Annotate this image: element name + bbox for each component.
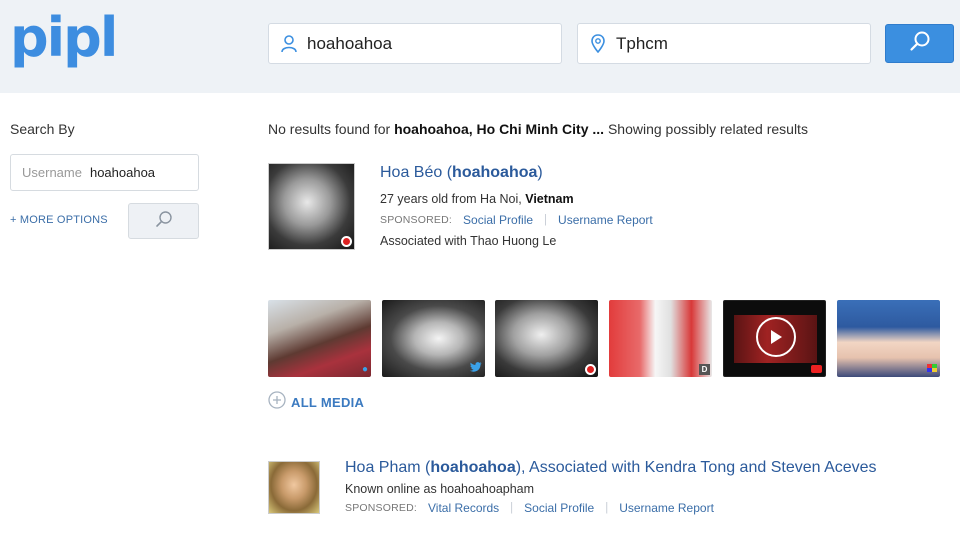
play-icon[interactable] xyxy=(756,317,796,357)
result2-known-online: Known online as hoahoahoapham xyxy=(345,482,535,496)
media-thumb-3[interactable] xyxy=(495,300,598,377)
result2-avatar[interactable] xyxy=(268,461,320,514)
media-thumb-6[interactable] xyxy=(837,300,940,377)
result1-age-location: 27 years old from Ha Noi, Vietnam xyxy=(380,192,574,206)
results-banner-query: hoahoahoa, Ho Chi Minh City ... xyxy=(394,121,605,137)
results-banner: No results found for hoahoahoa, Ho Chi M… xyxy=(268,121,808,137)
result2-username: hoahoahoa xyxy=(430,459,516,476)
all-media-label[interactable]: ALL MEDIA xyxy=(291,395,364,410)
username-filter-label: Username xyxy=(22,165,82,180)
username-filter-field[interactable]: Username hoahoahoa xyxy=(10,154,199,191)
result1-name-close: ) xyxy=(537,164,543,181)
twitter-icon: ● xyxy=(361,364,368,375)
search-icon xyxy=(155,210,173,233)
sponsored-label: SPONSORED: xyxy=(380,214,453,226)
name-search-input[interactable] xyxy=(307,33,537,54)
location-search-field[interactable] xyxy=(577,23,871,64)
results-banner-suffix: Showing possibly related results xyxy=(604,121,808,137)
source-badge-icon xyxy=(341,236,352,247)
all-media-link[interactable]: ALL MEDIA xyxy=(268,391,364,414)
twitter-icon xyxy=(470,362,482,375)
username-filter-value[interactable]: hoahoahoa xyxy=(90,165,155,180)
search-icon xyxy=(909,30,931,57)
result1-associated: Associated with Thao Huong Le xyxy=(380,234,557,248)
result1-age-location-text: 27 years old from Ha Noi, xyxy=(380,192,526,206)
result2-name: Hoa Pham ( xyxy=(345,459,431,476)
result2-social-profile-link[interactable]: Social Profile xyxy=(524,501,594,515)
result1-username: hoahoahoa xyxy=(452,164,538,181)
location-pin-icon xyxy=(588,34,608,54)
result1-username-report-link[interactable]: Username Report xyxy=(558,213,653,227)
source-badge-icon xyxy=(585,364,596,375)
result2-username-report-link[interactable]: Username Report xyxy=(619,501,714,515)
result2-vital-records-link[interactable]: Vital Records xyxy=(428,501,499,515)
sponsored-label: SPONSORED: xyxy=(345,502,418,514)
media-thumb-1[interactable]: ● xyxy=(268,300,371,377)
person-icon xyxy=(279,34,299,54)
header-bar: pipl xyxy=(0,0,960,93)
source-badge-icon xyxy=(927,364,937,375)
result2-name-rest: ), Associated with Kendra Tong and Steve… xyxy=(515,459,877,476)
location-search-input[interactable] xyxy=(616,33,846,54)
youtube-icon xyxy=(811,365,822,373)
result1-social-profile-link[interactable]: Social Profile xyxy=(463,213,533,227)
result1-country: Vietnam xyxy=(525,192,574,206)
separator: | xyxy=(510,502,514,514)
search-by-heading: Search By xyxy=(10,121,75,137)
more-options-link[interactable]: + MORE OPTIONS xyxy=(10,214,108,226)
result1-name-link[interactable]: Hoa Béo (hoahoahoa) xyxy=(380,164,543,182)
media-thumb-video[interactable] xyxy=(723,300,826,377)
sidebar-search-button[interactable] xyxy=(128,203,199,239)
separator: | xyxy=(544,214,548,226)
plus-circle-icon xyxy=(268,391,286,414)
result1-avatar[interactable] xyxy=(268,163,355,250)
separator: | xyxy=(605,502,609,514)
result1-name: Hoa Béo ( xyxy=(380,164,453,181)
media-thumb-4[interactable]: D xyxy=(609,300,712,377)
results-banner-prefix: No results found for xyxy=(268,121,395,137)
search-button[interactable] xyxy=(885,24,954,63)
result2-name-link[interactable]: Hoa Pham (hoahoahoa), Associated with Ke… xyxy=(345,459,877,477)
result1-sponsored-row: SPONSORED: Social Profile | Username Rep… xyxy=(380,213,653,227)
name-search-field[interactable] xyxy=(268,23,562,64)
media-thumb-2[interactable] xyxy=(382,300,485,377)
result2-sponsored-row: SPONSORED: Vital Records | Social Profil… xyxy=(345,501,714,515)
d-source-badge-icon: D xyxy=(699,364,710,375)
pipl-logo[interactable]: pipl xyxy=(10,8,118,68)
